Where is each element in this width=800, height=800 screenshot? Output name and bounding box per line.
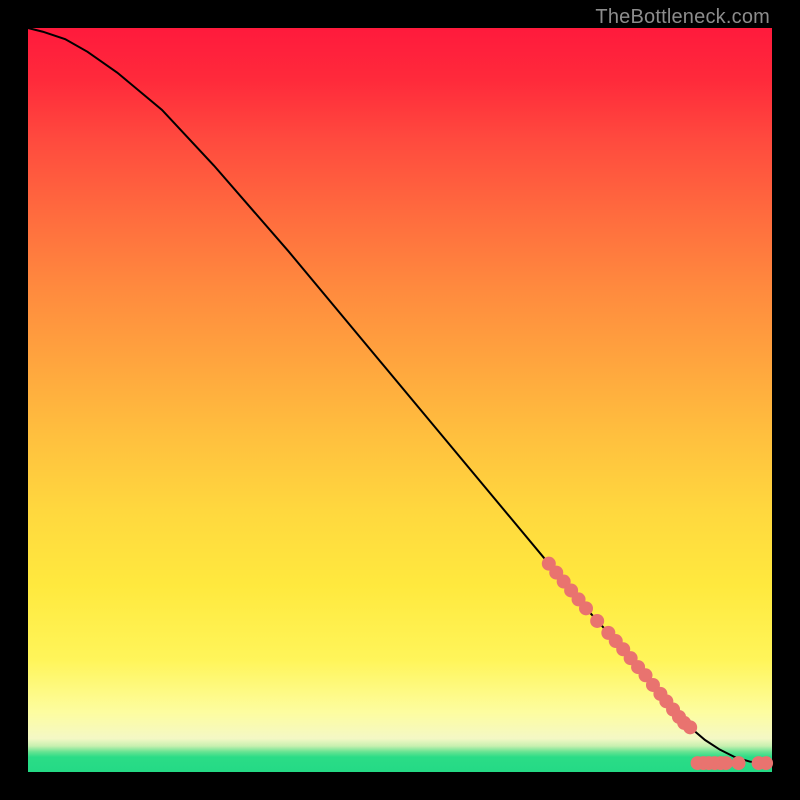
plot-area [28,28,772,772]
highlight-dot [759,756,773,770]
highlight-dot [683,720,697,734]
chart-frame: TheBottleneck.com [0,0,800,800]
highlight-dot [732,756,746,770]
highlight-dot [579,601,593,615]
chart-svg [28,28,772,772]
highlight-dot [719,756,733,770]
curve-line [28,28,772,765]
highlight-dot [590,614,604,628]
marker-group [542,557,773,770]
watermark-text: TheBottleneck.com [595,6,770,29]
